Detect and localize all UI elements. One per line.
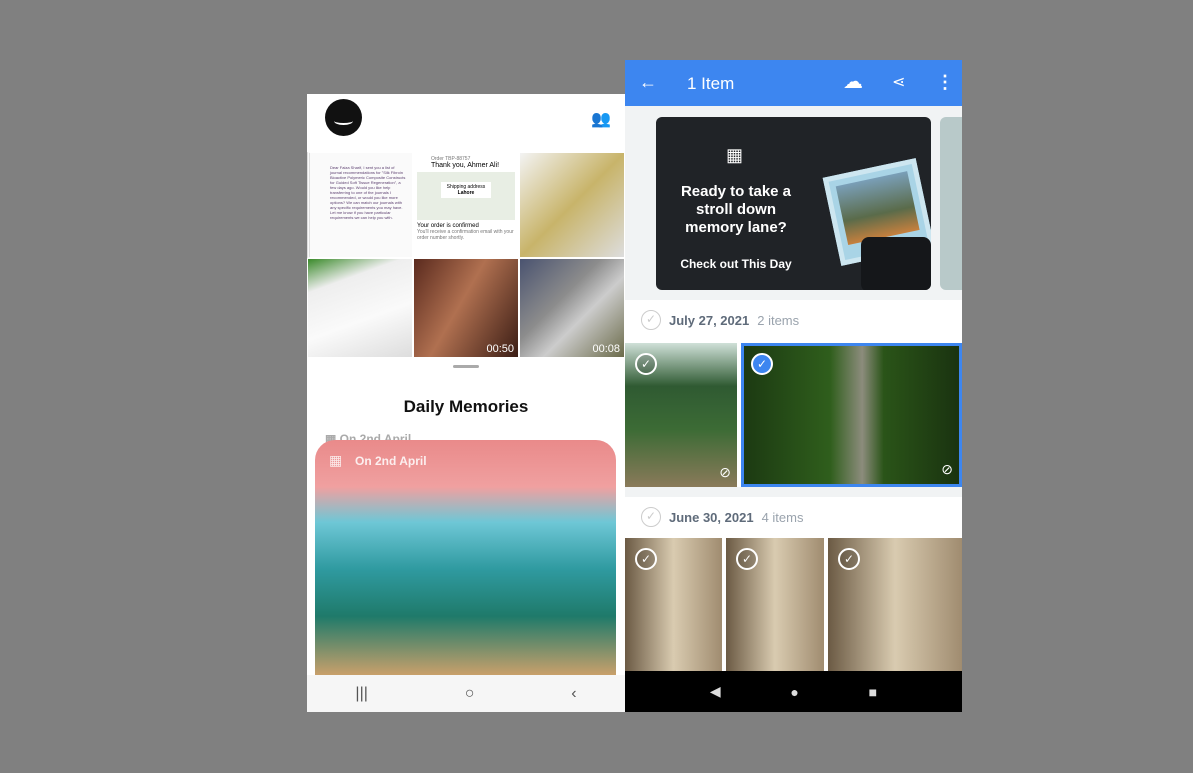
memory-card-label: On 2nd April [355,454,427,468]
order-tile[interactable]: Order TBP-88757 Thank you, Ahmer Ali! Sh… [413,152,519,258]
order-note: You'll receive a confirmation email with… [417,229,514,241]
left-phone-screen: 👥 Dear Faiza Sharif, I sent you a list o… [307,94,625,712]
group-count: 4 items [761,509,804,525]
group-date: June 30, 2021 [669,509,754,525]
document-tile[interactable]: Dear Faiza Sharif, I sent you a list of … [307,152,413,258]
photo-checkbox[interactable]: ✓ [635,548,657,570]
date-group-header: ✓ July 27, 2021 2 items [625,300,962,340]
back-button[interactable]: ‹ [571,685,576,703]
photo-checkbox[interactable]: ✓ [635,353,657,375]
photo-room-tv[interactable]: ✓ [625,538,722,671]
photo-row: ✓ ✓ ✓ [625,537,962,671]
more-vert-icon[interactable]: ⋮ [936,72,954,93]
photo-room-tv[interactable]: ✓ [828,538,962,671]
photo-leopard-tie[interactable] [519,152,625,258]
back-button[interactable]: ◀ [710,683,721,700]
recents-button[interactable]: ||| [355,685,367,703]
cloud-upload-icon[interactable]: ☁ [843,69,863,94]
calendar-icon: ▦ [329,452,343,468]
photo-checkbox[interactable]: ✓ [838,548,860,570]
back-arrow-icon[interactable]: ← [639,72,657,93]
photo-forest-trail[interactable]: ✓ ⊘ [625,343,737,487]
map-city: Lahore [457,190,475,196]
not-synced-icon: ⊘ [719,464,731,480]
date-group-header: ✓ June 30, 2021 4 items [625,497,962,537]
group-select-checkbox[interactable]: ✓ [641,310,661,330]
promo-cta[interactable]: Check out This Day [676,257,796,271]
video-duration: 00:08 [592,343,620,355]
recents-button[interactable]: ■ [869,684,877,700]
document-text: Dear Faiza Sharif, I sent you a list of … [330,165,406,220]
group-select-checkbox[interactable]: ✓ [641,507,661,527]
drag-handle[interactable] [453,365,479,368]
right-phone-screen: ← 1 Item ☁ ⋖ ⋮ ▦ Ready to take a stroll … [625,60,962,712]
video-duration: 00:50 [486,343,514,355]
photo-row: ✓ ⊘ ✓ ⊘ [625,340,962,487]
order-thanks: Thank you, Ahmer Ali! [431,162,500,169]
next-promo-card[interactable] [940,117,962,290]
home-button[interactable]: ○ [465,685,475,703]
camera-illustration [861,237,931,290]
android-nav-bar: ||| ○ ‹ [307,675,625,712]
people-icon[interactable]: 👥 [591,109,611,129]
photo-owl[interactable]: ✓ ⊘ [741,343,962,487]
share-icon[interactable]: ⋖ [892,72,905,92]
android-nav-bar: ◀ ● ■ [625,671,962,712]
memory-card[interactable]: On 2nd April ▦ [315,440,616,675]
video-tile[interactable]: 00:08 [519,258,625,358]
promo-question: Ready to take a stroll down memory lane? [680,183,792,236]
selection-header: ← 1 Item ☁ ⋖ ⋮ [625,60,962,106]
home-button[interactable]: ● [790,684,798,700]
photo-room-tv[interactable]: ✓ [726,538,824,671]
map-thumbnail: Shipping address Lahore [417,172,515,220]
calendar-icon: ▦ [726,145,744,165]
selection-count: 1 Item [687,74,735,93]
group-count: 2 items [757,312,800,328]
group-date: July 27, 2021 [669,312,750,328]
not-synced-icon: ⊘ [941,461,953,477]
amazon-logo[interactable] [325,99,362,136]
this-day-promo-card[interactable]: ▦ Ready to take a stroll down memory lan… [656,117,931,290]
photo-checkbox-selected[interactable]: ✓ [751,353,773,375]
video-tile[interactable]: 00:50 [413,258,519,358]
photo-checkbox[interactable]: ✓ [736,548,758,570]
photo-zebra-tie[interactable] [307,258,413,358]
section-title: Daily Memories [403,397,529,416]
